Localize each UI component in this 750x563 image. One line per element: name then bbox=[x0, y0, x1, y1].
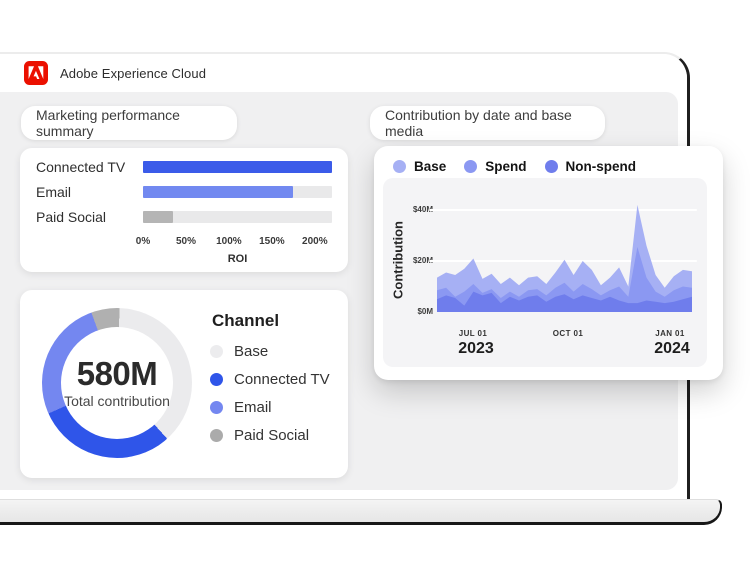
roi-bar-fill bbox=[143, 211, 173, 223]
roi-bar-label: Email bbox=[36, 186, 143, 198]
x-tick-label: JUL 01 bbox=[459, 329, 488, 338]
roi-bar-row: Connected TV bbox=[36, 161, 332, 173]
media-legend-item: Spend bbox=[464, 159, 526, 174]
app-header: Adobe Experience Cloud bbox=[0, 54, 687, 92]
roi-tick-label: 50% bbox=[176, 236, 196, 247]
total-contribution-label: Total contribution bbox=[64, 393, 170, 409]
media-legend: Base Spend Non-spend bbox=[393, 159, 636, 173]
media-legend-item: Base bbox=[393, 159, 446, 174]
channel-legend-dot bbox=[210, 345, 223, 358]
channel-legend-label: Email bbox=[234, 399, 272, 416]
roi-bar-track bbox=[143, 186, 332, 198]
roi-bar-track bbox=[143, 211, 332, 223]
channel-legend-item: Email bbox=[210, 399, 330, 416]
x-tick-label: JAN 01 bbox=[655, 329, 685, 338]
laptop-base bbox=[0, 499, 722, 525]
year-label: 2024 bbox=[654, 340, 690, 358]
media-legend-dot bbox=[545, 160, 558, 173]
channel-legend-label: Connected TV bbox=[234, 371, 330, 388]
roi-tick-label: 100% bbox=[216, 236, 242, 247]
channel-legend-item: Connected TV bbox=[210, 371, 330, 388]
roi-bar-label: Connected TV bbox=[36, 161, 143, 173]
roi-bar-rows: Connected TV Email Paid Social bbox=[36, 161, 332, 223]
roi-bar-row: Paid Social bbox=[36, 211, 332, 223]
media-legend-label: Spend bbox=[485, 159, 526, 174]
media-legend-dot bbox=[464, 160, 477, 173]
media-legend-dot bbox=[393, 160, 406, 173]
page: Adobe Experience Cloud Marketing perform… bbox=[0, 0, 750, 563]
area-chart-plot: Contribution $40M$20M$0MJUL 01OCT 01JAN … bbox=[383, 178, 707, 367]
roi-bar-row: Email bbox=[36, 186, 332, 198]
donut-center: 580M Total contribution bbox=[61, 327, 173, 439]
channel-legend-dot bbox=[210, 373, 223, 386]
total-contribution-value: 580M bbox=[77, 357, 158, 391]
donut-chart: 580M Total contribution bbox=[42, 308, 192, 458]
channel-legend-item: Base bbox=[210, 343, 330, 360]
media-legend-item: Non-spend bbox=[545, 159, 637, 174]
channel-legend-label: Paid Social bbox=[234, 427, 309, 444]
channel-legend-title: Channel bbox=[212, 311, 330, 331]
x-tick-label: OCT 01 bbox=[553, 329, 583, 338]
media-legend-label: Non-spend bbox=[566, 159, 637, 174]
area-chart-card: BaseSpendNon-spend Contribution $40M$20M… bbox=[374, 146, 723, 380]
roi-bar-fill bbox=[143, 161, 332, 173]
channel-legend-dot bbox=[210, 429, 223, 442]
channel-legend-item: Paid Social bbox=[210, 427, 330, 444]
summary-title: Marketing performance summary bbox=[36, 107, 222, 139]
y-tick-label: $40M bbox=[383, 205, 433, 214]
stacked-area-series bbox=[437, 195, 692, 312]
year-label: 2023 bbox=[458, 340, 494, 358]
roi-axis-label: ROI bbox=[143, 253, 332, 265]
app-title: Adobe Experience Cloud bbox=[60, 66, 206, 81]
media-legend-label: Base bbox=[414, 159, 446, 174]
donut-chart-card: 580M Total contribution Channel Base Conn… bbox=[20, 290, 348, 478]
y-tick-label: $0M bbox=[383, 307, 433, 316]
contribution-title-pill: Contribution by date and base media bbox=[370, 106, 605, 140]
channel-legend-dot bbox=[210, 401, 223, 414]
roi-tick-label: 0% bbox=[136, 236, 150, 247]
roi-bar-fill bbox=[143, 186, 293, 198]
roi-tick-label: 150% bbox=[259, 236, 285, 247]
adobe-logo-icon bbox=[24, 61, 48, 85]
roi-bar-label: Paid Social bbox=[36, 211, 143, 223]
channel-legend-items: Base Connected TV Email Paid Social bbox=[210, 343, 330, 444]
contribution-title: Contribution by date and base media bbox=[385, 107, 590, 139]
y-tick-label: $20M bbox=[383, 256, 433, 265]
summary-title-pill: Marketing performance summary bbox=[21, 106, 237, 140]
channel-legend: Channel Base Connected TV Email Paid Social bbox=[210, 311, 330, 455]
channel-legend-label: Base bbox=[234, 343, 268, 360]
roi-bar-chart-card: Connected TV Email Paid Social 0% 50% 100% 15… bbox=[20, 148, 348, 272]
roi-bar-track bbox=[143, 161, 332, 173]
roi-tick-label: 200% bbox=[302, 236, 328, 247]
roi-x-axis: 0%50%100%150%200% bbox=[143, 236, 332, 249]
